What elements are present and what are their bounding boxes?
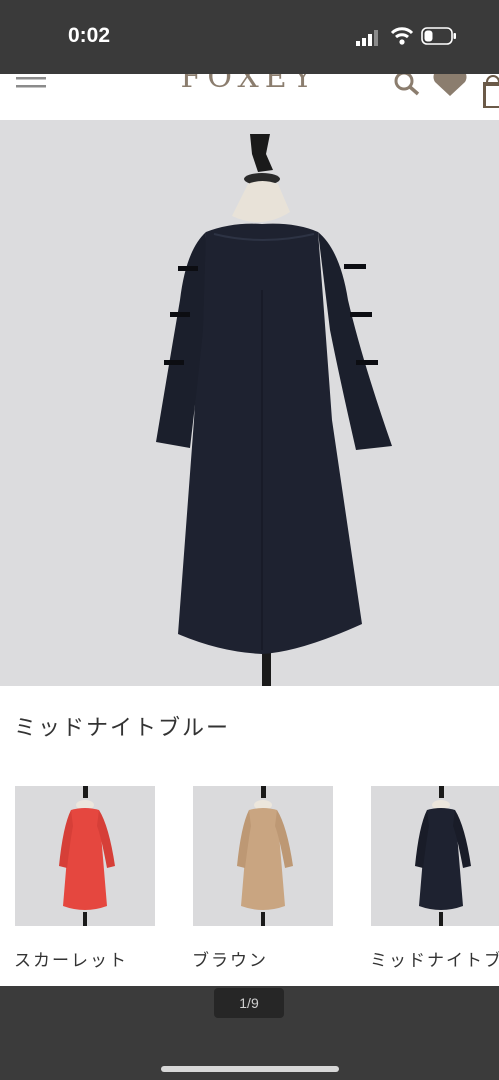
swatch-label: スカーレット <box>14 951 128 971</box>
color-swatch-scarlet[interactable] <box>15 786 155 926</box>
heart-icon[interactable] <box>433 74 467 96</box>
swatch-image <box>371 786 499 926</box>
dress-photo <box>0 120 499 686</box>
signal-icon <box>356 30 378 46</box>
swatch-image <box>193 786 333 926</box>
wifi-icon <box>390 27 414 45</box>
product-hero-image[interactable] <box>0 120 499 686</box>
selected-color-name: ミッドナイトブルー <box>14 716 231 741</box>
browser-content: FOXEY ミッドナイトブルー スカーレット ブラウン ミッドナイトブ <box>0 74 499 986</box>
battery-icon <box>421 27 456 45</box>
color-swatch-brown[interactable] <box>193 786 333 926</box>
brand-logo[interactable]: FOXEY <box>0 74 499 95</box>
home-indicator[interactable] <box>161 1066 339 1072</box>
site-header: FOXEY <box>0 74 499 120</box>
bag-icon[interactable] <box>481 74 499 108</box>
search-icon[interactable] <box>393 74 421 96</box>
status-bar: 0:02 <box>0 0 499 74</box>
swatch-label: ミッドナイトブ <box>370 951 499 971</box>
swatch-image <box>15 786 155 926</box>
page-indicator: 1/9 <box>214 988 284 1018</box>
image-viewer-bar: 1/9 <box>0 986 499 1080</box>
color-swatch-midnight-blue[interactable] <box>371 786 499 926</box>
swatch-label: ブラウン <box>192 951 268 971</box>
status-time: 0:02 <box>68 24 111 47</box>
